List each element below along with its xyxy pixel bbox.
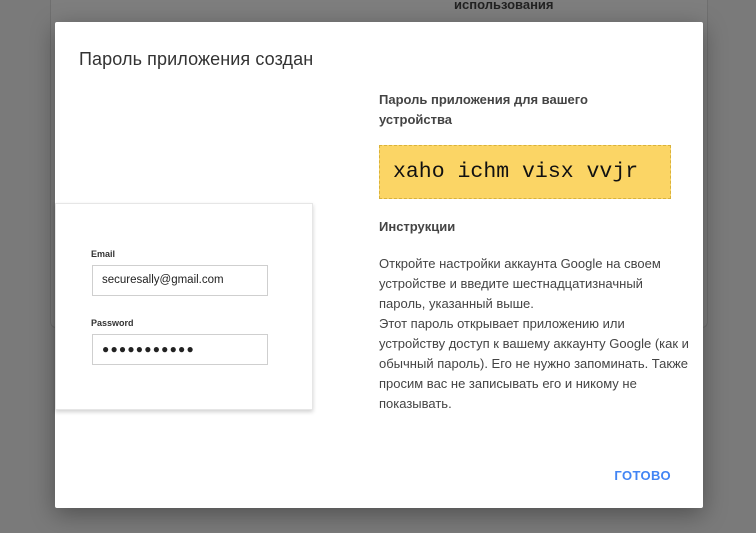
instructions-heading: Инструкции [379,219,456,234]
instructions-paragraph-2: Этот пароль открывает приложению или уст… [379,316,689,411]
app-password-value[interactable]: xaho ichm visx vvjr [379,145,671,199]
instructions-text: Откройте настройки аккаунта Google на св… [379,254,689,414]
illustration-password-label: Password [91,318,134,328]
background-text: использования [454,0,554,12]
illustration-password-field: ●●●●●●●●●●● [92,334,268,365]
app-password-dialog: Пароль приложения создан Email securesal… [55,22,703,508]
instructions-paragraph-1: Откройте настройки аккаунта Google на св… [379,256,661,311]
done-button[interactable]: ГОТОВО [614,468,671,483]
illustration-email-label: Email [91,249,116,259]
login-illustration: Email securesally@gmail.com Password ●●●… [55,203,313,410]
dialog-title: Пароль приложения создан [79,49,314,69]
app-password-heading: Пароль приложения для вашего устройства [379,92,588,127]
illustration-email-field: securesally@gmail.com [92,265,268,296]
